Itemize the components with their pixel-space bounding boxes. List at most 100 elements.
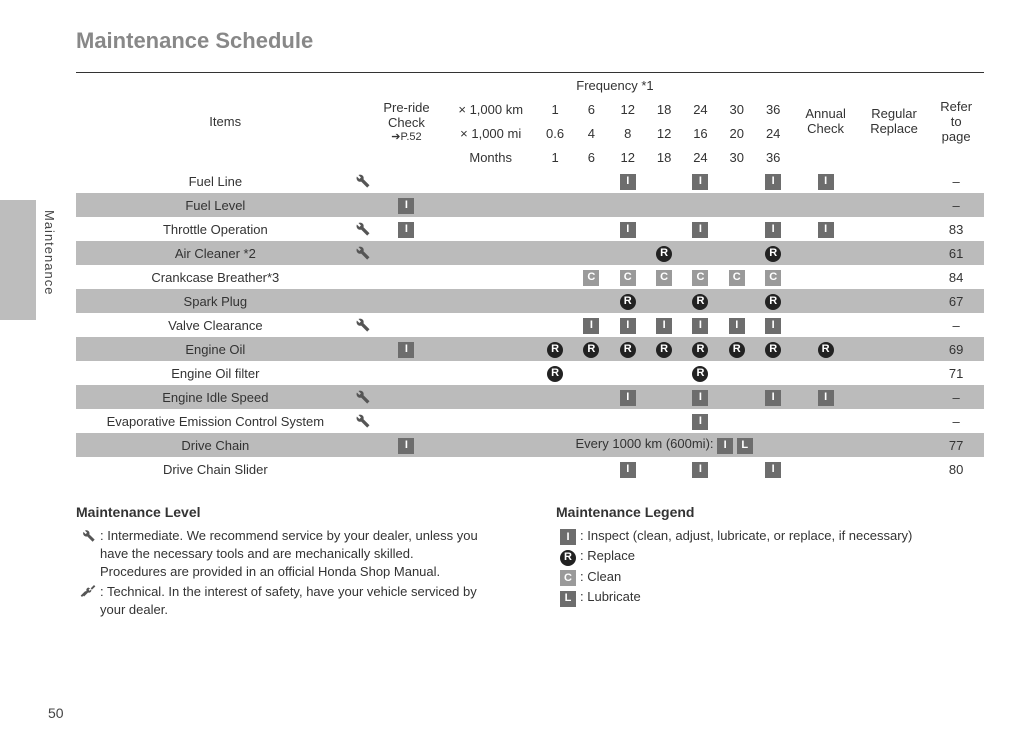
legend-R-text: Replace bbox=[587, 548, 635, 563]
table-row: Engine Idle SpeedIIII– bbox=[76, 385, 984, 409]
row-tool bbox=[349, 457, 375, 481]
badge-C: C bbox=[560, 570, 576, 586]
drive-chain-note-text: Every 1000 km (600mi): bbox=[576, 436, 718, 451]
row-annual bbox=[791, 289, 859, 313]
row-f5: C bbox=[719, 265, 755, 289]
row-regular bbox=[860, 337, 928, 361]
hdr-x1000km: × 1,000 km bbox=[439, 97, 537, 121]
row-f3 bbox=[646, 385, 682, 409]
row-f2: C bbox=[610, 265, 646, 289]
table-row: Engine OilIRRRRRRRR69 bbox=[76, 337, 984, 361]
row-f6 bbox=[755, 193, 791, 217]
hdr-mo-5: 30 bbox=[719, 145, 755, 169]
row-page: 84 bbox=[928, 265, 984, 289]
row-f5 bbox=[719, 457, 755, 481]
row-f6: R bbox=[755, 337, 791, 361]
row-annual bbox=[791, 313, 859, 337]
row-f1 bbox=[573, 169, 609, 193]
row-tool bbox=[349, 385, 375, 409]
row-tool bbox=[349, 289, 375, 313]
table-row: Spark PlugRRR67 bbox=[76, 289, 984, 313]
badge-I: I bbox=[620, 462, 636, 478]
row-f4: I bbox=[682, 169, 718, 193]
hdr-frequency: Frequency *1 bbox=[439, 73, 792, 98]
row-annual bbox=[791, 457, 859, 481]
row-f3 bbox=[646, 457, 682, 481]
hdr-mo-0: 1 bbox=[537, 145, 573, 169]
row-pre bbox=[374, 169, 438, 193]
row-f5 bbox=[719, 409, 755, 433]
badge-C: C bbox=[620, 270, 636, 286]
row-f1 bbox=[573, 385, 609, 409]
table-row: Throttle OperationIIIII83 bbox=[76, 217, 984, 241]
row-drive-chain: Drive Chain I Every 1000 km (600mi): I L… bbox=[76, 433, 984, 457]
badge-C: C bbox=[656, 270, 672, 286]
table-row: Fuel LineIIII– bbox=[76, 169, 984, 193]
hdr-mo-6: 36 bbox=[755, 145, 791, 169]
row-kmlabel bbox=[439, 385, 537, 409]
row-f6: C bbox=[755, 265, 791, 289]
legend-inter: : Intermediate. We recommend service by … bbox=[100, 527, 496, 582]
row-pre bbox=[374, 289, 438, 313]
legend-tech-text: Technical. In the interest of safety, ha… bbox=[100, 584, 477, 617]
row-regular bbox=[860, 313, 928, 337]
hdr-items: Items bbox=[76, 73, 374, 170]
legend-L: : Lubricate bbox=[580, 588, 976, 606]
table-row: Fuel LevelI– bbox=[76, 193, 984, 217]
row-pre bbox=[374, 409, 438, 433]
hdr-mi-1: 4 bbox=[573, 121, 609, 145]
badge-C: C bbox=[692, 270, 708, 286]
row-page: 83 bbox=[928, 217, 984, 241]
badge-I: I bbox=[818, 174, 834, 190]
row-kmlabel bbox=[439, 217, 537, 241]
hdr-mo-4: 24 bbox=[682, 145, 718, 169]
row-f3 bbox=[646, 361, 682, 385]
row-f6 bbox=[755, 361, 791, 385]
hdr-mo-3: 18 bbox=[646, 145, 682, 169]
row-page: 61 bbox=[928, 241, 984, 265]
hdr-preride-text: Pre-ride Check bbox=[374, 100, 438, 130]
row-f0 bbox=[537, 169, 573, 193]
row-page: 69 bbox=[928, 337, 984, 361]
table-row: Engine Oil filterRR71 bbox=[76, 361, 984, 385]
legend-C-text: Clean bbox=[587, 569, 621, 584]
row-kmlabel bbox=[439, 313, 537, 337]
row-kmlabel bbox=[439, 241, 537, 265]
row-kmlabel bbox=[439, 193, 537, 217]
schedule-table: Items Pre-ride Check ➔P.52 Frequency *1 … bbox=[76, 72, 984, 481]
row-f5 bbox=[719, 289, 755, 313]
hdr-mo-1: 6 bbox=[573, 145, 609, 169]
row-name: Throttle Operation bbox=[76, 217, 349, 241]
row-regular bbox=[860, 241, 928, 265]
row-name: Valve Clearance bbox=[76, 313, 349, 337]
row-f3 bbox=[646, 193, 682, 217]
hdr-preride-ref: ➔P.52 bbox=[374, 130, 438, 143]
row-f4: I bbox=[682, 217, 718, 241]
row-kmlabel bbox=[439, 169, 537, 193]
badge-C: C bbox=[729, 270, 745, 286]
row-annual bbox=[791, 193, 859, 217]
row-f5 bbox=[719, 361, 755, 385]
row-f5 bbox=[719, 241, 755, 265]
badge-I: I bbox=[692, 318, 708, 334]
row-annual bbox=[791, 361, 859, 385]
row-pre bbox=[374, 457, 438, 481]
row-f5 bbox=[719, 169, 755, 193]
row-name: Engine Idle Speed bbox=[76, 385, 349, 409]
row-f0 bbox=[537, 289, 573, 313]
badge-R: R bbox=[729, 342, 745, 358]
row-regular bbox=[860, 433, 928, 457]
badge-R: R bbox=[765, 342, 781, 358]
row-f5 bbox=[719, 385, 755, 409]
wrench-icon bbox=[353, 243, 371, 261]
row-f5 bbox=[719, 217, 755, 241]
hdr-km-6: 36 bbox=[755, 97, 791, 121]
row-kmlabel bbox=[439, 361, 537, 385]
wrench-icon bbox=[353, 315, 371, 333]
wrench-screwdriver-icon bbox=[76, 583, 100, 604]
row-name: Air Cleaner *2 bbox=[76, 241, 349, 265]
row-annual bbox=[791, 265, 859, 289]
row-tool bbox=[349, 433, 375, 457]
row-f1: I bbox=[573, 313, 609, 337]
badge-R: R bbox=[765, 294, 781, 310]
